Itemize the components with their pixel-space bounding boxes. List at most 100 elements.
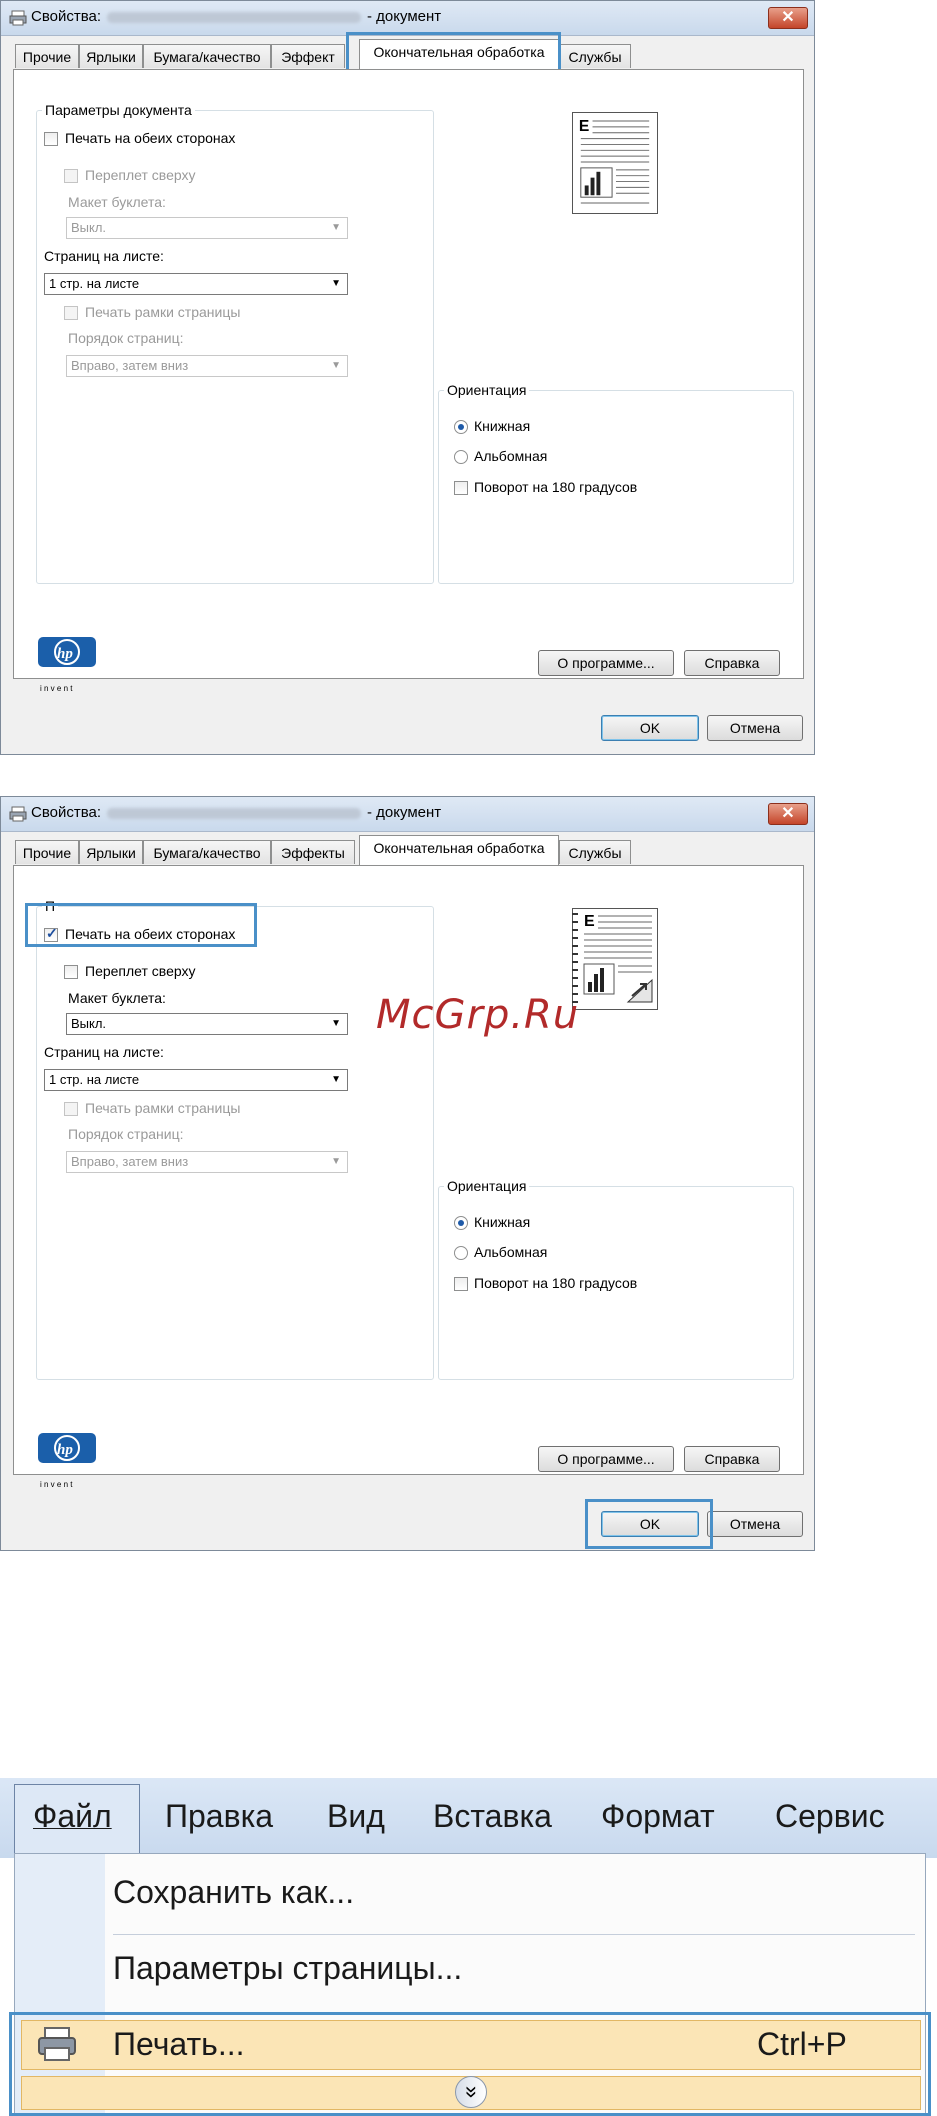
svg-text:E: E: [579, 118, 589, 135]
tab-other[interactable]: Прочие: [15, 44, 79, 68]
about-button[interactable]: О программе...: [538, 1446, 674, 1472]
tab-services[interactable]: Службы: [559, 44, 631, 68]
print-border-checkbox[interactable]: [64, 1102, 78, 1116]
chevron-down-icon: ▼: [331, 278, 341, 289]
file-menu-dropdown: Сохранить как... Параметры страницы... П…: [9, 1853, 931, 2116]
menu-format[interactable]: Формат: [601, 1798, 715, 1835]
chevron-down-icon: ▼: [331, 1018, 341, 1029]
chevron-down-icon: ▼: [331, 1074, 341, 1085]
orientation-legend: Ориентация: [447, 382, 527, 398]
title-bar: Свойства: - документ ✕: [1, 797, 814, 832]
landscape-radio[interactable]: [454, 1246, 468, 1260]
printer-icon: [9, 10, 27, 26]
title-prefix: Свойства:: [31, 8, 102, 25]
help-button[interactable]: Справка: [684, 1446, 780, 1472]
tab-paper-quality[interactable]: Бумага/качество: [143, 840, 271, 864]
print-border-label: Печать рамки страницы: [85, 304, 241, 320]
orientation-legend: Ориентация: [447, 1178, 527, 1194]
watermark-text: McGrp.Ru: [376, 992, 580, 1038]
pages-per-sheet-select[interactable]: 1 стр. на листе ▼: [44, 1069, 348, 1091]
chevron-down-icon: ▼: [331, 360, 341, 371]
menu-item-save-as[interactable]: Сохранить как...: [113, 1874, 354, 1911]
menu-edit[interactable]: Правка: [165, 1798, 273, 1835]
close-button[interactable]: ✕: [768, 7, 808, 29]
menu-tools[interactable]: Сервис: [775, 1798, 885, 1835]
landscape-label: Альбомная: [474, 1244, 548, 1260]
portrait-radio[interactable]: [454, 420, 468, 434]
landscape-label: Альбомная: [474, 448, 548, 464]
binding-label: Переплет сверху: [85, 963, 196, 979]
tab-panel: Параметры документа Печать на обеих стор…: [13, 69, 804, 693]
highlight-duplex-checkbox: [25, 903, 257, 947]
print-border-checkbox[interactable]: [64, 306, 78, 320]
portrait-label: Книжная: [474, 1214, 531, 1230]
binding-label: Переплет сверху: [85, 167, 196, 183]
document-options-legend: Параметры документа: [45, 102, 192, 118]
pages-per-sheet-label: Страниц на листе:: [44, 248, 164, 264]
rotate-180-checkbox[interactable]: [454, 1277, 468, 1291]
pages-per-sheet-value: 1 стр. на листе: [49, 1072, 140, 1087]
blurred-printer-name: [107, 808, 361, 819]
page-order-value: Вправо, затем вниз: [71, 358, 189, 373]
duplex-label: Печать на обеих сторонах: [65, 130, 236, 146]
highlight-ok-button: [585, 1499, 713, 1549]
hp-invent-text: i n v e n t: [40, 1480, 73, 1489]
page-order-select[interactable]: Вправо, затем вниз ▼: [66, 1151, 348, 1173]
rotate-180-checkbox[interactable]: [454, 481, 468, 495]
booklet-select[interactable]: Выкл. ▼: [66, 1013, 348, 1035]
highlight-print-item: [9, 2012, 931, 2116]
printer-properties-dialog-1: Свойства: - документ ✕ Прочие Ярлыки Бум…: [0, 0, 815, 755]
binding-checkbox[interactable]: [64, 169, 78, 183]
duplex-page-preview-icon: E: [572, 908, 658, 1010]
binding-checkbox[interactable]: [64, 965, 78, 979]
about-button[interactable]: О программе...: [538, 650, 674, 676]
cancel-button[interactable]: Отмена: [707, 715, 803, 741]
print-border-label: Печать рамки страницы: [85, 1100, 241, 1116]
title-bar: Свойства: - документ ✕: [1, 1, 814, 36]
hp-logo: hp: [38, 1433, 96, 1463]
tab-other[interactable]: Прочие: [15, 840, 79, 864]
tab-paper-quality[interactable]: Бумага/качество: [143, 44, 271, 68]
page-order-select[interactable]: Вправо, затем вниз ▼: [66, 355, 348, 377]
page-preview-icon: E: [572, 112, 658, 214]
tab-shortcuts[interactable]: Ярлыки: [79, 840, 143, 864]
tab-panel: П Печать на обеих сторонах Переплет свер…: [13, 865, 804, 1489]
hp-logo: hp: [38, 637, 96, 667]
title-suffix: - документ: [367, 8, 442, 25]
help-button[interactable]: Справка: [684, 650, 780, 676]
blurred-printer-name: [107, 12, 361, 23]
ok-button[interactable]: OK: [601, 715, 699, 741]
tab-effects[interactable]: Эффект: [271, 44, 345, 68]
printer-properties-dialog-2: Свойства: - документ ✕ Прочие Ярлыки Бум…: [0, 796, 815, 1551]
chevron-down-icon: ▼: [331, 1156, 341, 1167]
tab-shortcuts[interactable]: Ярлыки: [79, 44, 143, 68]
portrait-radio[interactable]: [454, 1216, 468, 1230]
title-suffix: - документ: [367, 804, 442, 821]
cancel-button[interactable]: Отмена: [707, 1511, 803, 1537]
landscape-radio[interactable]: [454, 450, 468, 464]
menu-separator: [113, 1934, 915, 1935]
duplex-checkbox[interactable]: [44, 132, 58, 146]
pages-per-sheet-select[interactable]: 1 стр. на листе ▼: [44, 273, 348, 295]
booklet-select[interactable]: Выкл. ▼: [66, 217, 348, 239]
menu-view[interactable]: Вид: [327, 1798, 385, 1835]
title-prefix: Свойства:: [31, 804, 102, 821]
menu-item-page-setup[interactable]: Параметры страницы...: [113, 1950, 462, 1987]
page-order-label: Порядок страниц:: [68, 1126, 184, 1142]
booklet-value: Выкл.: [71, 220, 107, 235]
booklet-label: Макет буклета:: [68, 194, 166, 210]
chevron-down-icon: ▼: [331, 222, 341, 233]
tab-services[interactable]: Службы: [559, 840, 631, 864]
booklet-value: Выкл.: [71, 1016, 107, 1031]
svg-text:hp: hp: [57, 646, 73, 662]
tab-effects[interactable]: Эффекты: [271, 840, 355, 864]
rotate-180-label: Поворот на 180 градусов: [474, 1275, 638, 1291]
menu-insert[interactable]: Вставка: [433, 1798, 552, 1835]
tab-finishing[interactable]: Окончательная обработка: [359, 835, 559, 865]
booklet-label: Макет буклета:: [68, 990, 166, 1006]
svg-text:E: E: [584, 913, 595, 930]
close-button[interactable]: ✕: [768, 803, 808, 825]
rotate-180-label: Поворот на 180 градусов: [474, 479, 638, 495]
menu-file[interactable]: Файл: [33, 1798, 112, 1835]
menu-bar: Файл Правка Вид Вставка Формат Сервис: [0, 1778, 937, 1858]
